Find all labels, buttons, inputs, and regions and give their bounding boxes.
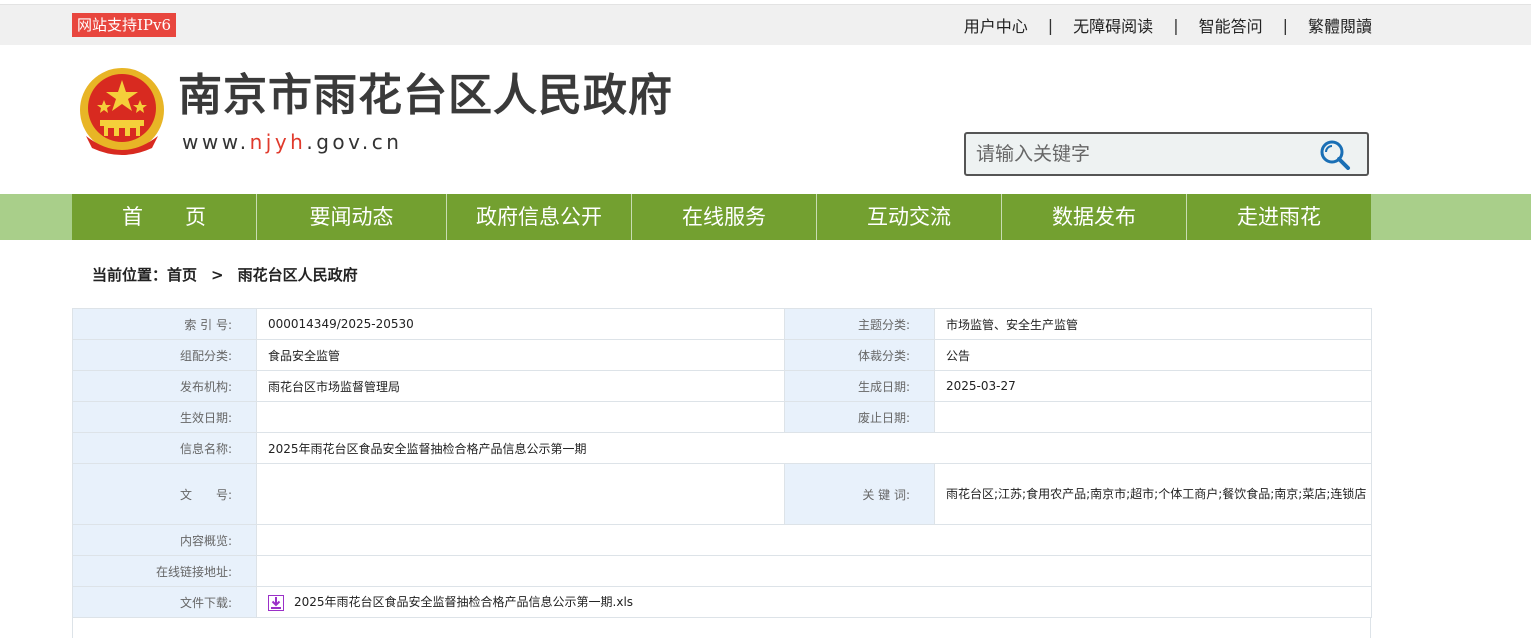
ipv6-badge: 网站支持IPv6 <box>72 13 177 37</box>
topic-label: 主题分类: <box>784 308 935 340</box>
table-row: 生效日期: 废止日期: <box>72 401 1372 433</box>
info-table: 索 引 号: 000014349/2025-20530 主题分类: 市场监管、安… <box>72 308 1372 618</box>
doc-no-value <box>256 463 785 525</box>
keywords-value: 雨花台区;江苏;食用农产品;南京市;超市;个体工商户;餐饮食品;南京;菜店;连锁… <box>934 463 1372 525</box>
main-nav-wrapper: 首 页 要闻动态 政府信息公开 在线服务 互动交流 数据发布 走进雨花 <box>0 194 1531 240</box>
genre-label: 体裁分类: <box>784 339 935 371</box>
smart-qa-link[interactable]: 智能答问 <box>1199 13 1263 37</box>
search-box <box>964 132 1369 176</box>
traditional-chinese-link[interactable]: 繁體閱讀 <box>1308 13 1372 37</box>
summary-value <box>256 524 1372 556</box>
doc-no-label: 文 号: <box>72 463 257 525</box>
nav-item-home[interactable]: 首 页 <box>72 194 257 240</box>
publisher-label: 发布机构: <box>72 370 257 402</box>
top-bar: 网站支持IPv6 用户中心 | 无障碍阅读 | 智能答问 | 繁體閱讀 <box>0 4 1531 45</box>
nav-item-online-service[interactable]: 在线服务 <box>632 194 817 240</box>
nav-item-interaction[interactable]: 互动交流 <box>817 194 1002 240</box>
index-no-value: 000014349/2025-20530 <box>256 308 785 340</box>
download-file-link[interactable]: 2025年雨花台区食品安全监督抽检合格产品信息公示第一期.xls <box>294 595 633 609</box>
site-title[interactable]: 南京市雨花台区人民政府 <box>178 66 673 126</box>
site-url: www.njyh.gov.cn <box>182 130 402 154</box>
created-date-value: 2025-03-27 <box>934 370 1372 402</box>
expiry-date-value <box>934 401 1372 433</box>
url-suffix: .gov.cn <box>306 130 403 154</box>
top-links: 用户中心 | 无障碍阅读 | 智能答问 | 繁體閱讀 <box>964 5 1372 45</box>
breadcrumb-prefix: 当前位置： <box>92 266 168 284</box>
table-continuation <box>72 618 1371 638</box>
table-row: 索 引 号: 000014349/2025-20530 主题分类: 市场监管、安… <box>72 308 1372 340</box>
topic-value: 市场监管、安全生产监管 <box>934 308 1372 340</box>
national-emblem-icon[interactable] <box>72 64 170 159</box>
download-cell: 2025年雨花台区食品安全监督抽检合格产品信息公示第一期.xls <box>256 586 1372 618</box>
category-label: 组配分类: <box>72 339 257 371</box>
online-link-value <box>256 555 1372 587</box>
table-row: 内容概览: <box>72 524 1372 556</box>
download-label: 文件下载: <box>72 586 257 618</box>
nav-item-gov-info[interactable]: 政府信息公开 <box>447 194 632 240</box>
separator: | <box>1047 15 1054 35</box>
breadcrumb-current-link[interactable]: 雨花台区人民政府 <box>238 266 358 284</box>
breadcrumb-home-link[interactable]: 首页 <box>167 266 197 284</box>
info-name-label: 信息名称: <box>72 432 257 464</box>
keywords-label: 关 键 词: <box>784 463 935 525</box>
index-no-label: 索 引 号: <box>72 308 257 340</box>
url-highlight: njyh <box>249 130 307 154</box>
breadcrumb-arrow: > <box>211 266 224 284</box>
online-link-label: 在线链接地址: <box>72 555 257 587</box>
accessibility-link[interactable]: 无障碍阅读 <box>1073 13 1153 37</box>
separator: | <box>1173 15 1179 35</box>
table-row: 在线链接地址: <box>72 555 1372 587</box>
nav-item-data[interactable]: 数据发布 <box>1002 194 1187 240</box>
expiry-date-label: 废止日期: <box>784 401 935 433</box>
summary-label: 内容概览: <box>72 524 257 556</box>
nav-item-about-yuhua[interactable]: 走进雨花 <box>1187 194 1371 240</box>
user-center-link[interactable]: 用户中心 <box>964 13 1028 37</box>
main-nav: 首 页 要闻动态 政府信息公开 在线服务 互动交流 数据发布 走进雨花 <box>72 194 1371 240</box>
info-name-value: 2025年雨花台区食品安全监督抽检合格产品信息公示第一期 <box>256 432 1372 464</box>
effective-date-label: 生效日期: <box>72 401 257 433</box>
nav-item-news[interactable]: 要闻动态 <box>257 194 447 240</box>
search-input[interactable] <box>966 134 1326 174</box>
download-icon[interactable] <box>268 594 284 611</box>
table-row: 文件下载: 2025年雨花台区食品安全监督抽检合格产品信息公示第一期.xls <box>72 586 1372 618</box>
url-prefix: www. <box>182 130 250 154</box>
breadcrumb: 当前位置：首页 > 雨花台区人民政府 <box>92 264 358 285</box>
table-row: 信息名称: 2025年雨花台区食品安全监督抽检合格产品信息公示第一期 <box>72 432 1372 464</box>
table-row: 发布机构: 雨花台区市场监督管理局 生成日期: 2025-03-27 <box>72 370 1372 402</box>
search-icon[interactable] <box>1319 140 1351 170</box>
publisher-value: 雨花台区市场监督管理局 <box>256 370 785 402</box>
created-date-label: 生成日期: <box>784 370 935 402</box>
genre-value: 公告 <box>934 339 1372 371</box>
table-row: 文 号: 关 键 词: 雨花台区;江苏;食用农产品;南京市;超市;个体工商户;餐… <box>72 463 1372 525</box>
category-value: 食品安全监管 <box>256 339 785 371</box>
separator: | <box>1282 15 1288 35</box>
table-row: 组配分类: 食品安全监管 体裁分类: 公告 <box>72 339 1372 371</box>
effective-date-value <box>256 401 785 433</box>
